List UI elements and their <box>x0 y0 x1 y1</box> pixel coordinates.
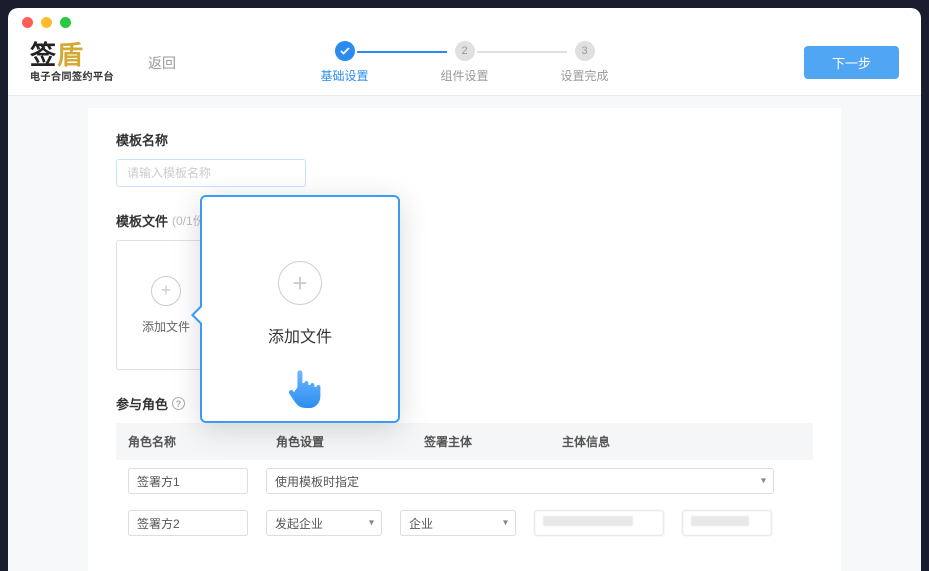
add-file-label: 添加文件 <box>268 323 332 347</box>
maximize-window-button[interactable] <box>60 17 71 28</box>
step-label: 设置完成 <box>560 67 608 84</box>
step-complete[interactable]: 3 设置完成 <box>525 41 645 84</box>
template-name-label: 模板名称 <box>116 130 813 149</box>
role-name-input[interactable] <box>128 468 248 494</box>
add-file-popover[interactable]: + 添加文件 <box>200 195 400 423</box>
back-link[interactable]: 返回 <box>148 53 176 73</box>
help-icon[interactable]: ? <box>172 397 185 410</box>
subject-info-field[interactable] <box>682 510 772 536</box>
logo-accent: 盾 <box>57 42 84 68</box>
col-sign-subject: 签署主体 <box>424 433 544 450</box>
template-file-label-text: 模板文件 <box>116 211 168 230</box>
role-name-input[interactable] <box>128 510 248 536</box>
table-row: ▾ <box>116 460 813 502</box>
page-header: 签盾 电子合同签约平台 返回 基础设置 2 组件设置 3 设置完成 <box>8 36 921 96</box>
subject-info-field[interactable] <box>534 510 664 536</box>
step-label: 基础设置 <box>320 67 368 84</box>
step-label: 组件设置 <box>440 67 488 84</box>
role-setting-select[interactable] <box>266 510 382 536</box>
step-basic-settings[interactable]: 基础设置 <box>285 41 405 84</box>
role-setting-select[interactable] <box>266 468 774 494</box>
step-number: 3 <box>575 41 595 61</box>
window-titlebar <box>8 8 921 36</box>
col-role-setting: 角色设置 <box>276 433 406 450</box>
step-number: 2 <box>455 41 475 61</box>
step-component-settings[interactable]: 2 组件设置 <box>405 41 525 84</box>
roles-label-text: 参与角色 <box>116 394 168 413</box>
step-check-icon <box>335 41 355 61</box>
sign-subject-select[interactable] <box>400 510 516 536</box>
close-window-button[interactable] <box>22 17 33 28</box>
logo: 签盾 电子合同签约平台 <box>30 42 114 83</box>
pointer-cursor-icon <box>282 365 326 413</box>
next-button[interactable]: 下一步 <box>804 46 899 79</box>
plus-icon: + <box>278 261 322 305</box>
roles-table-header: 角色名称 角色设置 签署主体 主体信息 <box>116 423 813 460</box>
progress-stepper: 基础设置 2 组件设置 3 设置完成 <box>285 41 645 84</box>
col-subject-info: 主体信息 <box>562 433 801 450</box>
minimize-window-button[interactable] <box>41 17 52 28</box>
logo-subtitle: 电子合同签约平台 <box>30 68 114 83</box>
col-role-name: 角色名称 <box>128 433 258 450</box>
table-row: ▾ ▾ <box>116 502 813 544</box>
add-file-label: 添加文件 <box>142 318 190 335</box>
logo-main: 签 <box>30 40 57 70</box>
main-content: 模板名称 模板文件 (0/1份文件，支持1 + 添加文件 参与角色 ? <box>8 96 921 571</box>
template-name-input[interactable] <box>116 159 306 187</box>
plus-icon: + <box>151 276 181 306</box>
